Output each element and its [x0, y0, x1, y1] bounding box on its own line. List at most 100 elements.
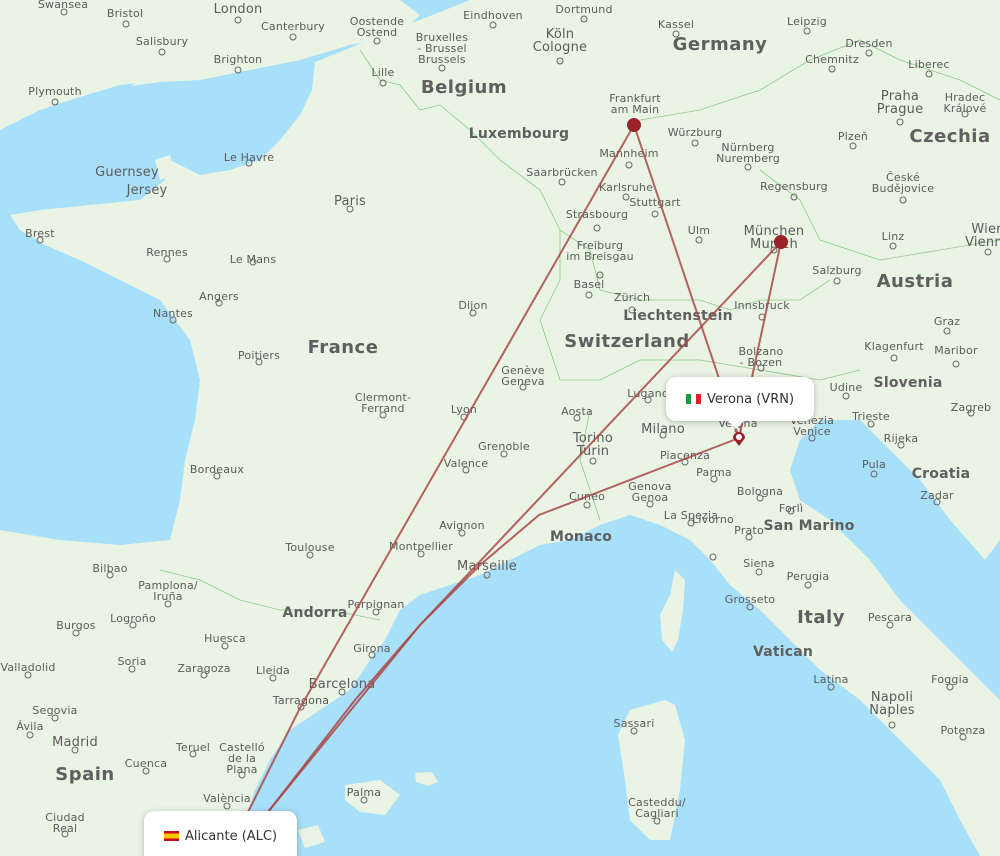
city-label: Dortmund: [555, 3, 613, 16]
city-dot: [585, 291, 593, 299]
city-label: London: [213, 2, 263, 17]
city-label: Plzeň: [837, 130, 869, 143]
city-label: Casteddu/ Cagliari: [628, 796, 686, 820]
country-label: Switzerland: [564, 331, 690, 352]
city-label: Graz: [933, 315, 961, 328]
city-dot: [483, 571, 491, 579]
city-label: Perugia: [786, 570, 830, 583]
city-dot: [72, 629, 80, 637]
city-dot: [943, 327, 951, 335]
country-label: Andorra: [282, 605, 348, 621]
city-dot: [106, 571, 114, 579]
city-dot: [787, 507, 795, 515]
city-dot: [628, 306, 636, 314]
land-menorca: [415, 772, 438, 786]
city-dot: [519, 383, 527, 391]
city-label: Würzburg: [667, 126, 723, 139]
city-dot: [556, 57, 564, 65]
city-dot: [338, 688, 346, 696]
city-label: Köln Cologne: [532, 27, 588, 55]
city-dot: [36, 236, 44, 244]
city-dot: [142, 767, 150, 775]
city-dot: [213, 472, 221, 480]
city-dot: [865, 49, 873, 57]
city-dot: [745, 533, 753, 541]
city-label: Stuttgart: [629, 196, 681, 209]
city-dot: [234, 16, 242, 24]
city-label: Guernsey: [95, 165, 159, 180]
city-label: Cuneo: [568, 490, 606, 503]
flight-route-map[interactable]: Germany Belgium France Switzerland Austria Cz…: [0, 0, 1000, 856]
city-dot: [71, 746, 79, 754]
city-dot: [460, 413, 468, 421]
city-dot: [269, 674, 277, 682]
city-dot: [368, 651, 376, 659]
city-dot: [899, 196, 907, 204]
city-label: Nürnberg Nuremberg: [716, 141, 780, 165]
city-dot: [128, 665, 136, 673]
city-dot: [438, 64, 446, 72]
city-label: Karlsruhe: [598, 181, 654, 194]
city-dot: [360, 796, 368, 804]
city-dot: [255, 358, 263, 366]
city-dot: [379, 411, 387, 419]
city-dot: [372, 608, 380, 616]
country-label: Luxembourg: [468, 126, 570, 142]
city-dot: [249, 258, 257, 266]
airport-label-alicante: Alicante (ALC): [185, 828, 278, 844]
city-dot: [651, 210, 659, 218]
city-label: Kassel: [657, 18, 695, 31]
city-dot: [625, 161, 633, 169]
country-label: Monaco: [549, 529, 613, 545]
spain-flag-icon: [164, 831, 179, 841]
city-label: Oostende Ostend: [349, 15, 405, 39]
city-dot: [379, 79, 387, 87]
city-dot: [827, 683, 835, 691]
city-label: Bruxelles - Brussel Brussels: [415, 31, 469, 66]
city-label: Brighton: [213, 53, 263, 66]
country-label: Slovenia: [873, 375, 943, 391]
city-dot: [346, 205, 354, 213]
city-label: Frankfurt am Main: [609, 92, 661, 116]
country-label: France: [307, 337, 379, 358]
city-label: Bristol: [106, 7, 144, 20]
country-label: Liechtenstein: [623, 308, 733, 324]
city-dot: [26, 731, 34, 739]
city-label: Linz: [881, 230, 905, 243]
city-dot: [870, 470, 878, 478]
city-label: Leipzig: [787, 15, 827, 28]
city-dot: [583, 501, 591, 509]
city-dot: [952, 360, 960, 368]
city-dot: [297, 703, 305, 711]
city-dot: [51, 714, 59, 722]
city-dot: [925, 70, 933, 78]
city-dot: [169, 316, 177, 324]
city-dot: [189, 750, 197, 758]
city-dot: [984, 248, 992, 256]
city-dot: [24, 671, 32, 679]
country-label: Croatia: [911, 466, 971, 482]
city-label: Klagenfurt: [864, 340, 924, 353]
city-dot: [129, 621, 137, 629]
airport-callout-alicante[interactable]: Alicante (ALC): [144, 811, 298, 856]
city-label: Plymouth: [28, 85, 82, 98]
city-dot: [681, 458, 689, 466]
city-dot: [803, 27, 811, 35]
city-label: Ulm: [687, 224, 711, 237]
city-dot: [500, 450, 508, 458]
city-dot: [967, 409, 975, 417]
city-dot: [790, 193, 798, 201]
country-label: Czechia: [909, 126, 991, 147]
city-dot: [644, 396, 652, 404]
land-corsica: [660, 570, 685, 652]
city-dot: [695, 236, 703, 244]
city-dot: [373, 37, 381, 45]
city-dot: [221, 642, 229, 650]
airport-callout-verona[interactable]: Verona (VRN): [666, 377, 815, 429]
city-dot: [758, 313, 766, 321]
city-dot: [580, 15, 588, 23]
city-label: Praha Prague: [876, 89, 924, 117]
country-label: Spain: [55, 764, 115, 785]
land-ibiza: [298, 825, 325, 848]
city-dot: [200, 671, 208, 679]
